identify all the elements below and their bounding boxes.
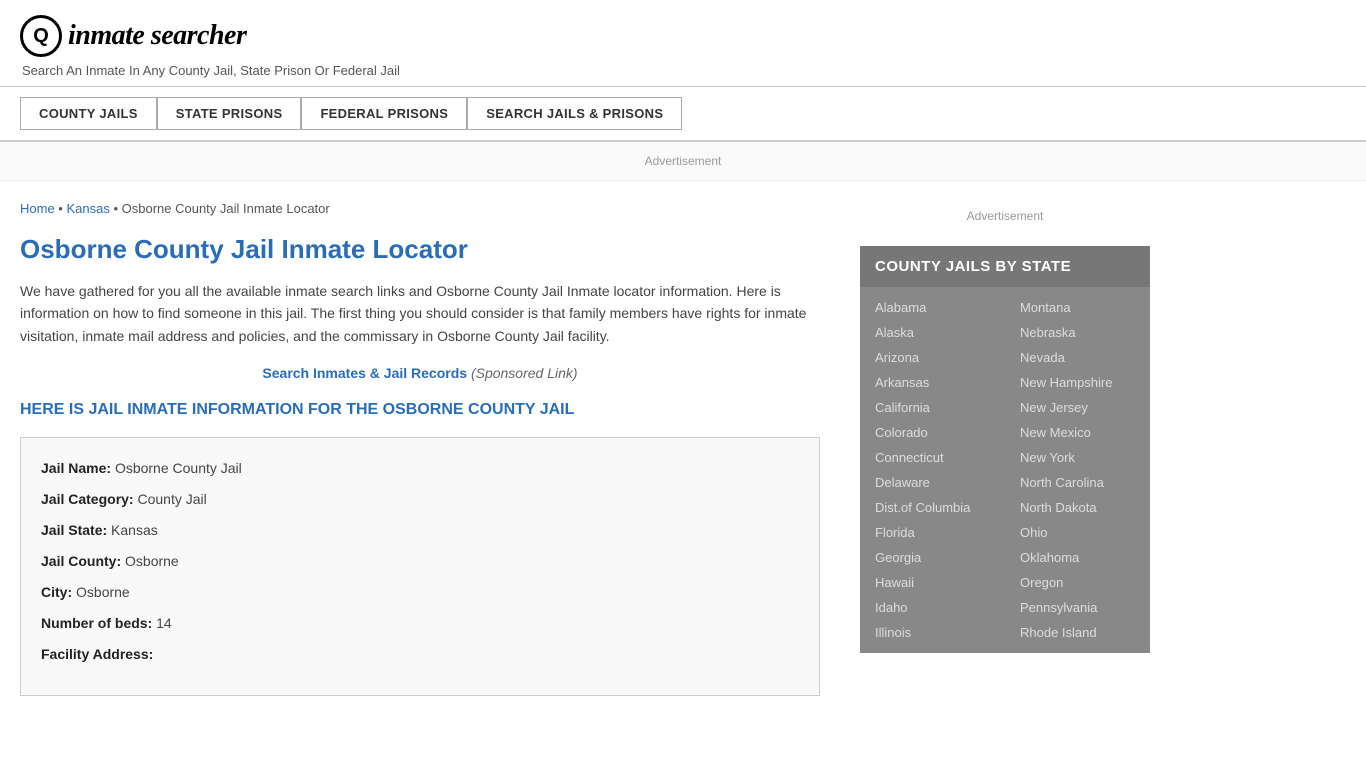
state-link[interactable]: New Mexico bbox=[1005, 420, 1150, 445]
state-link[interactable]: Nevada bbox=[1005, 345, 1150, 370]
state-link[interactable]: Alaska bbox=[860, 320, 1005, 345]
ad-top-banner: Advertisement bbox=[0, 142, 1366, 181]
state-link[interactable]: North Dakota bbox=[1005, 495, 1150, 520]
page-title: Osborne County Jail Inmate Locator bbox=[20, 234, 820, 265]
breadcrumb-current: Osborne County Jail Inmate Locator bbox=[122, 201, 330, 216]
jail-beds-label: Number of beds: bbox=[41, 615, 152, 631]
jail-city-label: City: bbox=[41, 584, 72, 600]
state-link[interactable]: Idaho bbox=[860, 595, 1005, 620]
state-prisons-nav[interactable]: STATE PRISONS bbox=[157, 97, 302, 130]
jail-address-label: Facility Address: bbox=[41, 646, 153, 662]
jail-county-row: Jail County: Osborne bbox=[41, 551, 799, 572]
breadcrumb-home[interactable]: Home bbox=[20, 201, 55, 216]
state-link[interactable]: North Carolina bbox=[1005, 470, 1150, 495]
state-link[interactable]: Oregon bbox=[1005, 570, 1150, 595]
state-link[interactable]: Hawaii bbox=[860, 570, 1005, 595]
state-link[interactable]: Arizona bbox=[860, 345, 1005, 370]
county-jails-header: COUNTY JAILS BY STATE bbox=[860, 246, 1150, 287]
logo-area: Q inmate searcher bbox=[20, 15, 1346, 57]
state-link[interactable]: Pennsylvania bbox=[1005, 595, 1150, 620]
jail-name-row: Jail Name: Osborne County Jail bbox=[41, 458, 799, 479]
state-link[interactable]: Montana bbox=[1005, 295, 1150, 320]
breadcrumb: Home • Kansas • Osborne County Jail Inma… bbox=[20, 201, 820, 216]
jail-category-value: County Jail bbox=[137, 491, 206, 507]
state-link[interactable]: New York bbox=[1005, 445, 1150, 470]
state-link[interactable]: Colorado bbox=[860, 420, 1005, 445]
county-jails-box: COUNTY JAILS BY STATE AlabamaAlaskaArizo… bbox=[860, 246, 1150, 653]
sponsored-link[interactable]: Search Inmates & Jail Records bbox=[262, 365, 467, 381]
state-link[interactable]: Oklahoma bbox=[1005, 545, 1150, 570]
state-link[interactable]: New Hampshire bbox=[1005, 370, 1150, 395]
jail-city-row: City: Osborne bbox=[41, 582, 799, 603]
state-link[interactable]: California bbox=[860, 395, 1005, 420]
logo-icon: Q bbox=[20, 15, 62, 57]
jail-category-label: Jail Category: bbox=[41, 491, 134, 507]
tagline: Search An Inmate In Any County Jail, Sta… bbox=[22, 63, 1346, 78]
section-heading: HERE IS JAIL INMATE INFORMATION FOR THE … bbox=[20, 401, 820, 419]
jail-address-row: Facility Address: bbox=[41, 644, 799, 665]
jail-category-row: Jail Category: County Jail bbox=[41, 489, 799, 510]
jail-beds-row: Number of beds: 14 bbox=[41, 613, 799, 634]
jail-info-box: Jail Name: Osborne County Jail Jail Cate… bbox=[20, 437, 820, 696]
state-link[interactable]: Arkansas bbox=[860, 370, 1005, 395]
state-link[interactable]: New Jersey bbox=[1005, 395, 1150, 420]
state-link[interactable]: Ohio bbox=[1005, 520, 1150, 545]
jail-name-value: Osborne County Jail bbox=[115, 460, 242, 476]
logo-text: inmate searcher bbox=[68, 20, 246, 52]
header: Q inmate searcher Search An Inmate In An… bbox=[0, 0, 1366, 87]
states-grid: AlabamaAlaskaArizonaArkansasCaliforniaCo… bbox=[860, 287, 1150, 653]
county-jails-nav[interactable]: COUNTY JAILS bbox=[20, 97, 157, 130]
sponsored-tag: (Sponsored Link) bbox=[471, 365, 578, 381]
sidebar-ad: Advertisement bbox=[860, 201, 1150, 231]
state-link[interactable]: Rhode Island bbox=[1005, 620, 1150, 645]
state-link[interactable]: Florida bbox=[860, 520, 1005, 545]
state-link[interactable]: Connecticut bbox=[860, 445, 1005, 470]
jail-state-value: Kansas bbox=[111, 522, 158, 538]
sponsored-link-area: Search Inmates & Jail Records (Sponsored… bbox=[20, 365, 820, 381]
sidebar: Advertisement COUNTY JAILS BY STATE Alab… bbox=[840, 181, 1150, 736]
states-col2: MontanaNebraskaNevadaNew HampshireNew Je… bbox=[1005, 295, 1150, 645]
body-text: We have gathered for you all the availab… bbox=[20, 280, 820, 347]
content-area: Home • Kansas • Osborne County Jail Inma… bbox=[20, 181, 840, 736]
jail-county-label: Jail County: bbox=[41, 553, 121, 569]
jail-beds-value: 14 bbox=[156, 615, 172, 631]
state-link[interactable]: Delaware bbox=[860, 470, 1005, 495]
state-link[interactable]: Alabama bbox=[860, 295, 1005, 320]
main-layout: Home • Kansas • Osborne County Jail Inma… bbox=[0, 181, 1300, 736]
jail-state-label: Jail State: bbox=[41, 522, 107, 538]
jail-county-value: Osborne bbox=[125, 553, 179, 569]
search-jails-nav[interactable]: SEARCH JAILS & PRISONS bbox=[467, 97, 682, 130]
states-col1: AlabamaAlaskaArizonaArkansasCaliforniaCo… bbox=[860, 295, 1005, 645]
state-link[interactable]: Georgia bbox=[860, 545, 1005, 570]
state-link[interactable]: Illinois bbox=[860, 620, 1005, 645]
state-link[interactable]: Nebraska bbox=[1005, 320, 1150, 345]
nav-bar: COUNTY JAILS STATE PRISONS FEDERAL PRISO… bbox=[0, 87, 1366, 142]
jail-state-row: Jail State: Kansas bbox=[41, 520, 799, 541]
state-link[interactable]: Dist.of Columbia bbox=[860, 495, 1005, 520]
federal-prisons-nav[interactable]: FEDERAL PRISONS bbox=[301, 97, 467, 130]
jail-name-label: Jail Name: bbox=[41, 460, 111, 476]
jail-city-value: Osborne bbox=[76, 584, 130, 600]
breadcrumb-state[interactable]: Kansas bbox=[66, 201, 109, 216]
